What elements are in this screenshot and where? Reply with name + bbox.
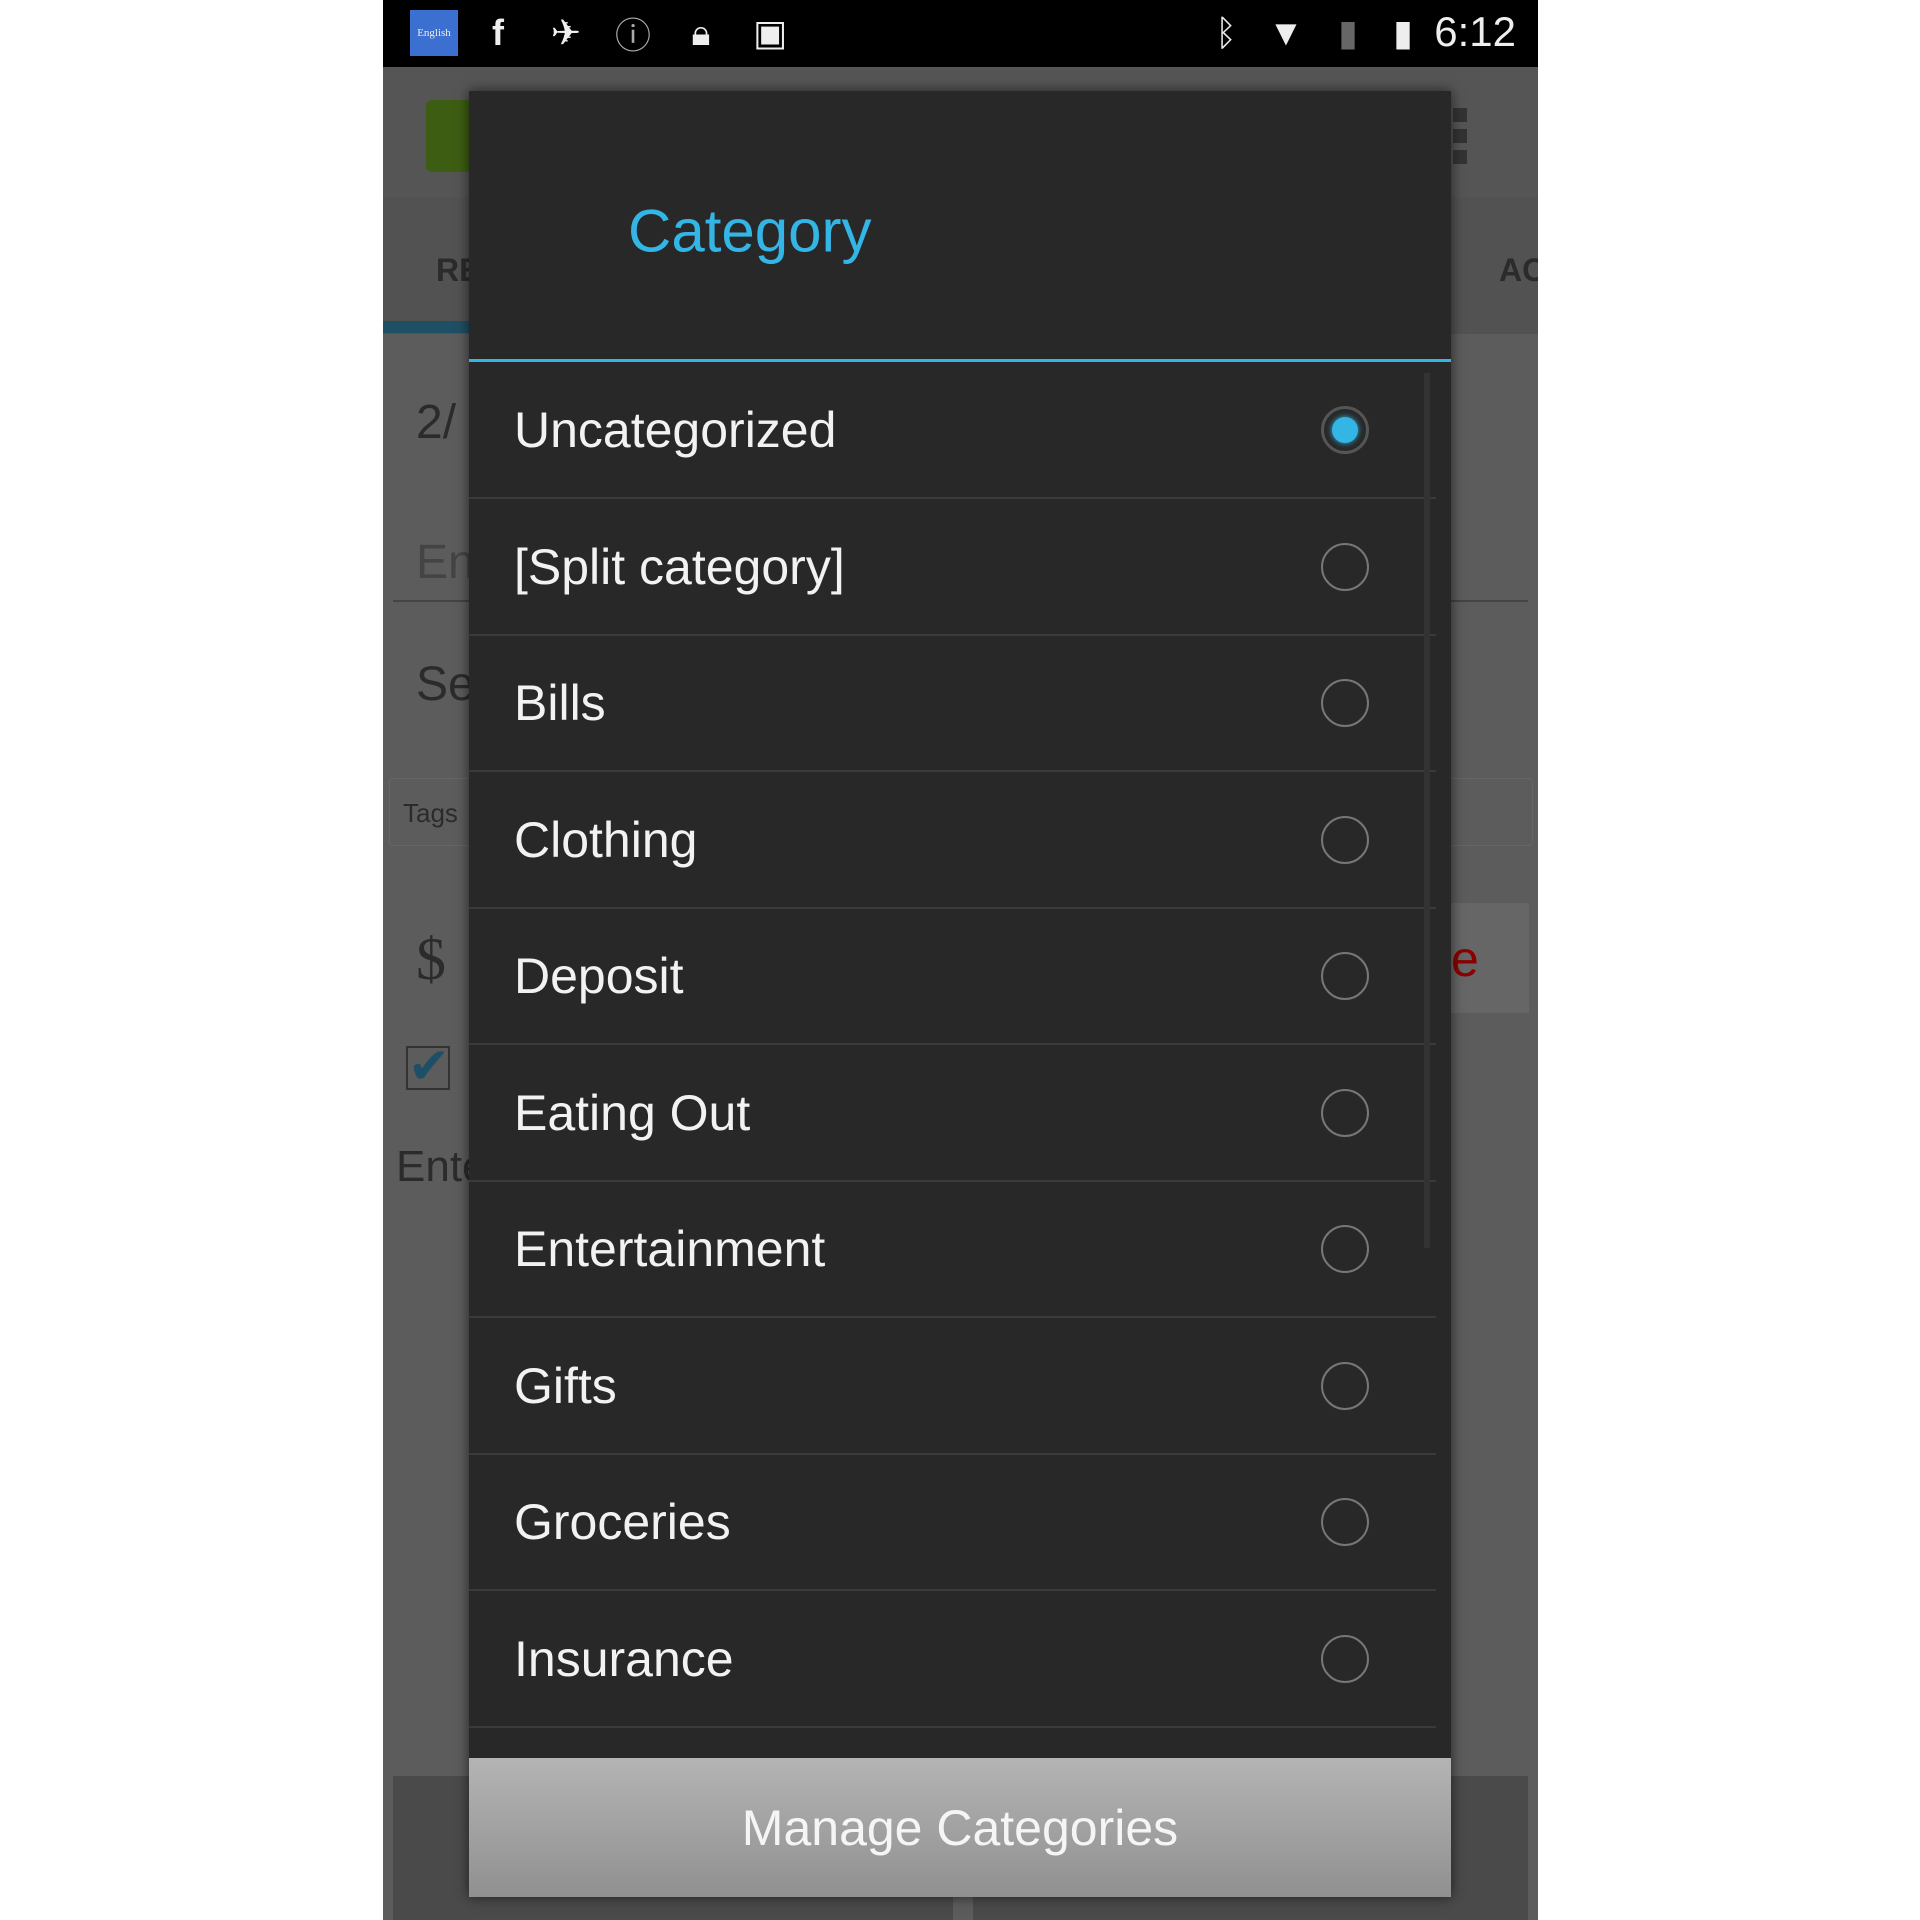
title-divider <box>469 359 1451 362</box>
category-label: Eating Out <box>514 1084 751 1141</box>
info-icon: ⓘ <box>614 15 651 56</box>
category-item[interactable]: Bills <box>469 636 1436 772</box>
category-label: Entertainment <box>514 1221 826 1277</box>
category-item[interactable]: Insurance <box>469 1592 1436 1728</box>
category-label: Deposit <box>514 948 684 1004</box>
radio-button[interactable] <box>1321 815 1369 864</box>
tab-right[interactable]: AC <box>1499 252 1538 289</box>
category-label: [Split category] <box>514 538 845 595</box>
category-label: Bills <box>514 675 606 731</box>
description-field[interactable]: En <box>416 535 475 590</box>
wifi-icon: ▼ <box>1268 12 1304 53</box>
battery-charging-icon: ▮ <box>1393 12 1413 53</box>
radio-button[interactable] <box>1321 1498 1369 1546</box>
select-field[interactable]: Se <box>416 657 475 712</box>
no-sim-icon: ▮ <box>1338 12 1358 53</box>
category-item[interactable]: Eating Out <box>469 1046 1436 1182</box>
currency-symbol: $ <box>416 926 446 992</box>
fake-gps-icon: ✈ <box>550 12 582 53</box>
status-bar: English f ✈ ⓘ 🔒︎ ▣ ᛒ ▼ ▮ ▮ 6:12 <box>383 0 1538 67</box>
clock: 6:12 <box>1434 8 1516 55</box>
checkbox[interactable]: ✔ <box>406 1041 450 1091</box>
category-item[interactable]: Entertainment <box>469 1182 1436 1318</box>
radio-button[interactable] <box>1321 679 1369 727</box>
radio-button[interactable] <box>1321 1361 1369 1410</box>
dialog-title: Category <box>628 197 872 265</box>
category-item[interactable]: Groceries <box>469 1455 1436 1591</box>
lock-icon: 🔒︎ <box>691 11 711 53</box>
android-icon: ▣ <box>752 12 787 53</box>
category-item[interactable]: Uncategorized <box>469 363 1436 499</box>
radio-button[interactable] <box>1321 952 1369 1000</box>
keyboard-language-icon: English <box>410 10 458 56</box>
bluetooth-icon: ᛒ <box>1215 12 1237 53</box>
type-button-label: e <box>1451 931 1479 987</box>
category-item[interactable]: Gifts <box>469 1319 1436 1455</box>
date-field[interactable]: 2/ <box>416 395 456 450</box>
facebook-icon: f <box>492 12 504 53</box>
radio-button[interactable] <box>1321 542 1369 591</box>
radio-button[interactable] <box>1321 1088 1369 1137</box>
category-label: Uncategorized <box>514 402 837 458</box>
category-item[interactable]: Deposit <box>469 909 1436 1045</box>
category-item[interactable]: [Split category] <box>469 500 1436 636</box>
manage-categories-button[interactable]: Manage Categories <box>469 1758 1451 1897</box>
overflow-menu-icon[interactable] <box>1453 108 1467 164</box>
radio-button[interactable] <box>1321 406 1369 454</box>
tab-indicator <box>383 321 473 333</box>
category-dialog: Category Uncategorized [Split category] Bi… <box>469 91 1451 1897</box>
scrollbar[interactable] <box>1424 373 1430 1248</box>
category-label: Gifts <box>514 1357 617 1414</box>
radio-button[interactable] <box>1321 1225 1369 1273</box>
category-label: Groceries <box>514 1494 731 1550</box>
phone-screen: English f ✈ ⓘ 🔒︎ ▣ ᛒ ▼ ▮ ▮ 6:12 RE AC 2/… <box>383 0 1538 1920</box>
category-label: Clothing <box>514 811 698 868</box>
category-label: Insurance <box>514 1630 734 1687</box>
category-list: Uncategorized [Split category] Bills Clothi… <box>469 363 1451 1849</box>
tags-label: Tags <box>403 798 458 828</box>
category-item[interactable]: Clothing <box>469 773 1436 909</box>
radio-button[interactable] <box>1321 1634 1369 1683</box>
